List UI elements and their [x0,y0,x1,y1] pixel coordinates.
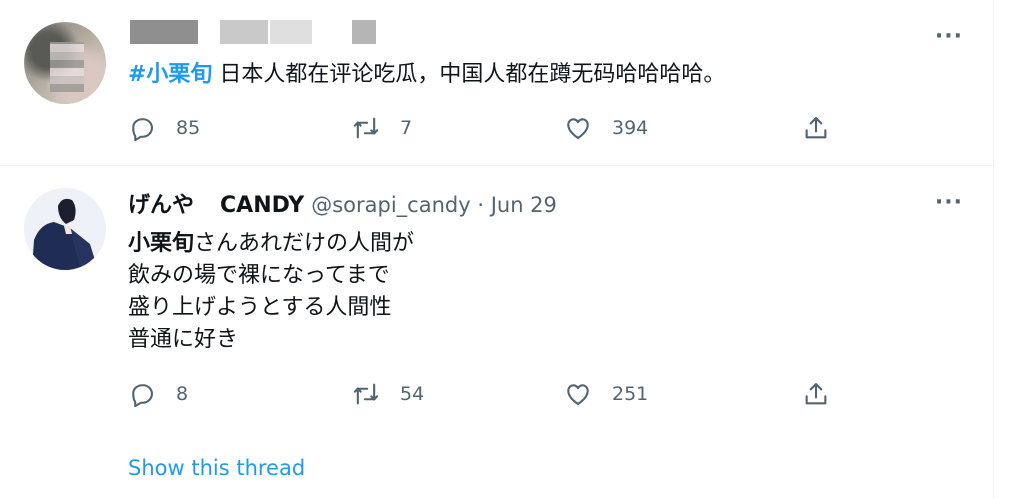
tweet-text-line: 小栗旬さんあれだけの人間が [128,228,828,260]
retweet-count: 7 [400,117,413,139]
tweet-text-bold: 小栗旬 [128,231,195,256]
tweet-text: 小栗旬さんあれだけの人間が 飲みの場で裸になってまで 盛り上げようとする人間性 … [128,228,828,356]
reply-button[interactable]: 8 [128,374,188,414]
display-name[interactable]: げんや [128,193,194,218]
reply-icon [132,384,153,408]
more-options-icon[interactable]: ··· [935,24,963,49]
retweet-button[interactable]: 7 [352,108,412,148]
share-button[interactable] [802,374,830,414]
like-button[interactable]: 394 [564,108,648,148]
avatar-mosaic [50,42,84,92]
tweet-text-line: 普通に好き [128,327,239,352]
share-button[interactable] [802,108,830,148]
retweet-button[interactable]: 54 [352,374,424,414]
separator-dot: · [470,193,491,217]
heart-icon [567,384,589,405]
avatar-image [24,188,106,270]
hashtag-link[interactable]: #小栗旬 [128,62,212,87]
retweet-icon [353,117,379,139]
tweet-header: げんや CANDY @sorapi_candy · Jun 29 [128,190,557,221]
avatar[interactable] [24,188,106,270]
tweet-text-line: 飲みの場で裸になってまで [128,263,390,288]
redacted-handle [220,20,268,44]
share-icon [805,117,827,139]
like-count: 251 [612,383,649,405]
tweet-text: #小栗旬 日本人都在评论吃瓜，中国人都在蹲无码哈哈哈哈。 [128,58,725,92]
redacted-name [130,20,198,44]
tweet-body: 日本人都在评论吃瓜，中国人都在蹲无码哈哈哈哈。 [212,62,726,87]
tweet-actions: 8 54 251 [128,374,848,414]
avatar[interactable] [24,22,106,104]
reply-icon [132,118,153,142]
reply-count: 85 [176,117,201,139]
timeline: ··· #小栗旬 日本人都在评论吃瓜，中国人都在蹲无码哈哈哈哈。 85 7 39… [0,0,994,499]
heart-icon [567,118,589,139]
like-button[interactable]: 251 [564,374,648,414]
share-icon [805,383,827,405]
user-handle[interactable]: @sorapi_candy [311,193,470,217]
display-name-suffix[interactable]: CANDY [220,193,304,218]
reply-button[interactable]: 85 [128,108,200,148]
redacted-date [352,20,376,44]
show-thread-link[interactable]: Show this thread [128,456,305,480]
redacted-handle [270,20,312,44]
tweet-actions: 85 7 394 [128,108,848,148]
retweet-count: 54 [400,383,425,405]
tweet[interactable]: げんや CANDY @sorapi_candy · Jun 29 ··· 小栗旬さ… [0,166,993,499]
tweet-date[interactable]: Jun 29 [491,193,557,217]
like-count: 394 [612,117,649,139]
reply-count: 8 [176,383,189,405]
tweet[interactable]: ··· #小栗旬 日本人都在评论吃瓜，中国人都在蹲无码哈哈哈哈。 85 7 39… [0,0,993,166]
tweet-text-part: さんあれだけの人間が [194,231,415,256]
tweet-text-line: 盛り上げようとする人間性 [128,295,392,320]
more-options-icon[interactable]: ··· [935,190,963,215]
retweet-icon [353,383,379,405]
